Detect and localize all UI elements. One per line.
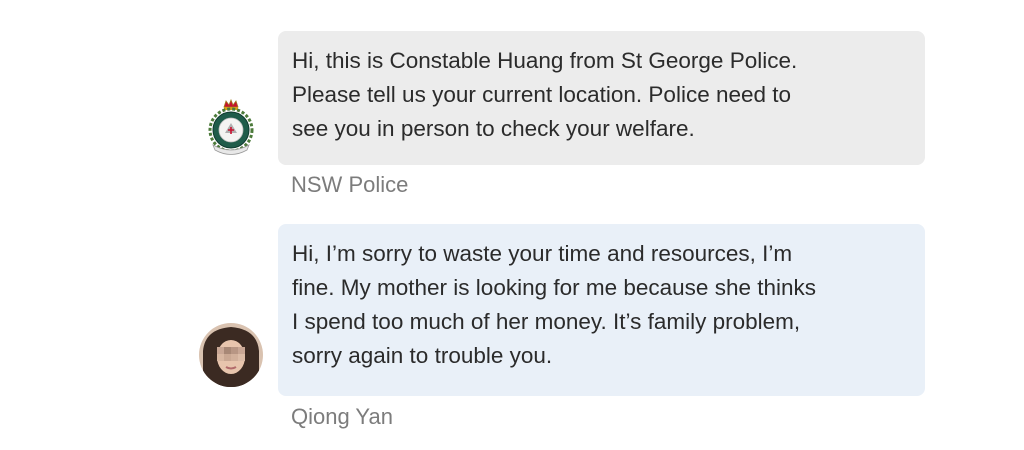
message-bubble[interactable]: Hi, this is Constable Huang from St Geor…	[278, 31, 925, 165]
police-badge-icon[interactable]	[199, 97, 263, 161]
user-photo-avatar[interactable]	[199, 323, 263, 387]
sender-name: NSW Police	[291, 172, 409, 197]
sender-name: Qiong Yan	[291, 404, 393, 429]
message-bubble[interactable]: Hi, I’m sorry to waste your time and res…	[278, 224, 925, 396]
